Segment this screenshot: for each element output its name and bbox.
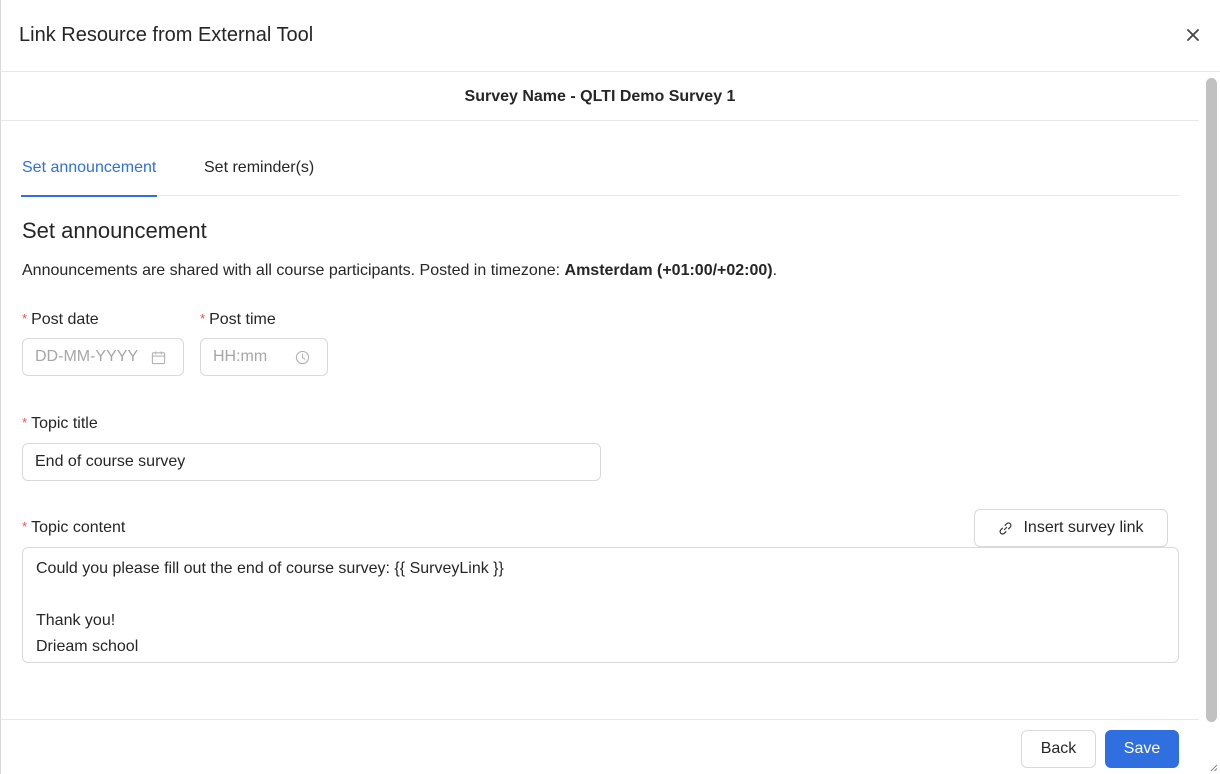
close-icon: [1187, 29, 1199, 41]
tool-frame: Survey Name - QLTI Demo Survey 1 Set ann…: [0, 71, 1220, 774]
clock-icon: [295, 350, 310, 365]
required-marker: *: [22, 415, 28, 430]
tab-set-announcement[interactable]: Set announcement: [21, 158, 158, 197]
resize-grip-icon[interactable]: [1208, 762, 1218, 772]
required-marker: *: [200, 311, 206, 326]
timezone-text: Amsterdam (+01:00/+02:00): [564, 262, 773, 279]
scrollbar[interactable]: [1204, 74, 1217, 772]
description-text: Announcements are shared with all course…: [22, 262, 565, 279]
tab-bar: Set announcement Set reminder(s): [21, 158, 1179, 197]
scrollbar-thumb[interactable]: [1206, 78, 1217, 722]
post-time-label: * Post time: [200, 311, 276, 329]
save-button[interactable]: Save: [1105, 730, 1179, 768]
section-description: Announcements are shared with all course…: [22, 262, 777, 280]
topic-content-label: * Topic content: [22, 519, 125, 537]
section-title: Set announcement: [22, 218, 207, 243]
description-end: .: [772, 262, 778, 279]
topic-title-input[interactable]: [22, 443, 601, 481]
footer-divider: [1, 719, 1199, 720]
post-date-input[interactable]: [35, 348, 151, 366]
calendar-icon: [151, 350, 166, 365]
required-marker: *: [22, 311, 28, 326]
back-button[interactable]: Back: [1021, 730, 1096, 768]
close-button[interactable]: [1182, 24, 1204, 46]
link-icon: [1000, 521, 1012, 535]
topic-title-label-text: Topic title: [31, 415, 98, 432]
survey-name-header: Survey Name - QLTI Demo Survey 1: [1, 72, 1199, 121]
post-time-field[interactable]: [200, 338, 328, 376]
tab-set-reminders[interactable]: Set reminder(s): [204, 158, 314, 196]
topic-content-textarea[interactable]: Could you please fill out the end of cou…: [22, 547, 1179, 663]
post-date-label: * Post date: [22, 311, 99, 329]
post-date-field[interactable]: [22, 338, 184, 376]
dialog-title-bar: Link Resource from External Tool: [0, 0, 1220, 72]
post-time-label-text: Post time: [209, 311, 276, 328]
topic-title-label: * Topic title: [22, 415, 98, 433]
insert-survey-link-label: Insert survey link: [1023, 519, 1144, 536]
topic-content-label-text: Topic content: [31, 519, 126, 536]
dialog-title: Link Resource from External Tool: [19, 24, 314, 46]
post-time-input[interactable]: [213, 348, 295, 366]
insert-survey-link-button[interactable]: Insert survey link: [974, 509, 1168, 547]
required-marker: *: [22, 519, 28, 534]
post-date-label-text: Post date: [31, 311, 99, 328]
